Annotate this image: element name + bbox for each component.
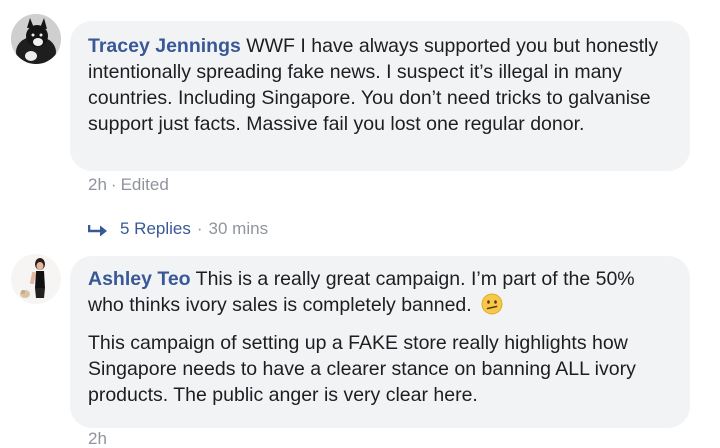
comment-body: Tracey Jennings WWF I have always suppor… [88,33,672,137]
comment-text: This campaign of setting up a FAKE store… [88,332,636,406]
author-name[interactable]: Ashley Teo [88,268,191,290]
timestamp[interactable]: 2h [88,175,107,194]
edited-label[interactable]: Edited [121,175,169,194]
separator: · [196,219,203,238]
confused-face-emoji-icon [481,293,503,315]
separator: · [110,175,117,194]
replies-count-link[interactable]: 5 Replies [120,219,191,239]
author-name[interactable]: Tracey Jennings [88,35,241,57]
comment-meta: 2h [88,429,107,448]
comment-bubble: Tracey Jennings WWF I have always suppor… [70,21,690,171]
pet-photo-avatar-icon [11,14,61,64]
timestamp[interactable]: 2h [88,429,107,448]
comment-meta: 2h · Edited [88,175,169,195]
comment-bubble: Ashley Teo This is a really great campai… [70,256,690,428]
comment-thread: Tracey Jennings WWF I have always suppor… [0,0,720,448]
view-replies[interactable]: 5 Replies · 30 mins [88,219,268,239]
person-photo-avatar-icon [11,254,61,304]
avatar[interactable] [11,254,61,304]
replies-time: 30 mins [208,219,269,238]
avatar[interactable] [11,14,61,64]
reply-arrow-icon [88,225,107,236]
comment-body: Ashley Teo This is a really great campai… [88,266,672,318]
